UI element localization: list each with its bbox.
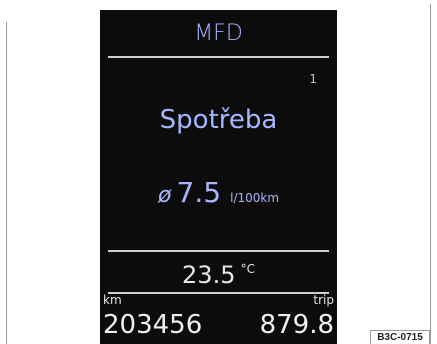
top-divider bbox=[108, 56, 329, 58]
temperature-unit: °C bbox=[240, 262, 255, 276]
trip-value: 879.8 bbox=[259, 310, 334, 340]
consumption-value: 7.5 bbox=[176, 176, 222, 209]
consumption-unit: l/100km bbox=[230, 191, 280, 205]
temperature-value: 23.5 bbox=[182, 261, 236, 289]
figure-code: B3C-0715 bbox=[370, 330, 430, 344]
mfd-display: MFD 1 Spotřeba ø 7.5 l/100km 23.5 °C km … bbox=[100, 10, 337, 344]
function-label: Spotřeba bbox=[159, 105, 278, 135]
middle-divider bbox=[108, 250, 329, 252]
odometer-label: km bbox=[103, 293, 122, 307]
average-symbol-icon: ø bbox=[157, 183, 172, 208]
frame-line-right bbox=[430, 4, 431, 344]
outside-temperature: 23.5 °C bbox=[100, 258, 337, 292]
average-consumption: ø 7.5 l/100km bbox=[100, 176, 337, 216]
frame-line-left bbox=[6, 22, 7, 344]
bottom-divider bbox=[108, 292, 329, 294]
display-title: MFD bbox=[194, 21, 243, 46]
page-index: 1 bbox=[309, 72, 317, 86]
trip-label: trip bbox=[313, 293, 334, 307]
odometer-value: 203456 bbox=[103, 310, 203, 340]
